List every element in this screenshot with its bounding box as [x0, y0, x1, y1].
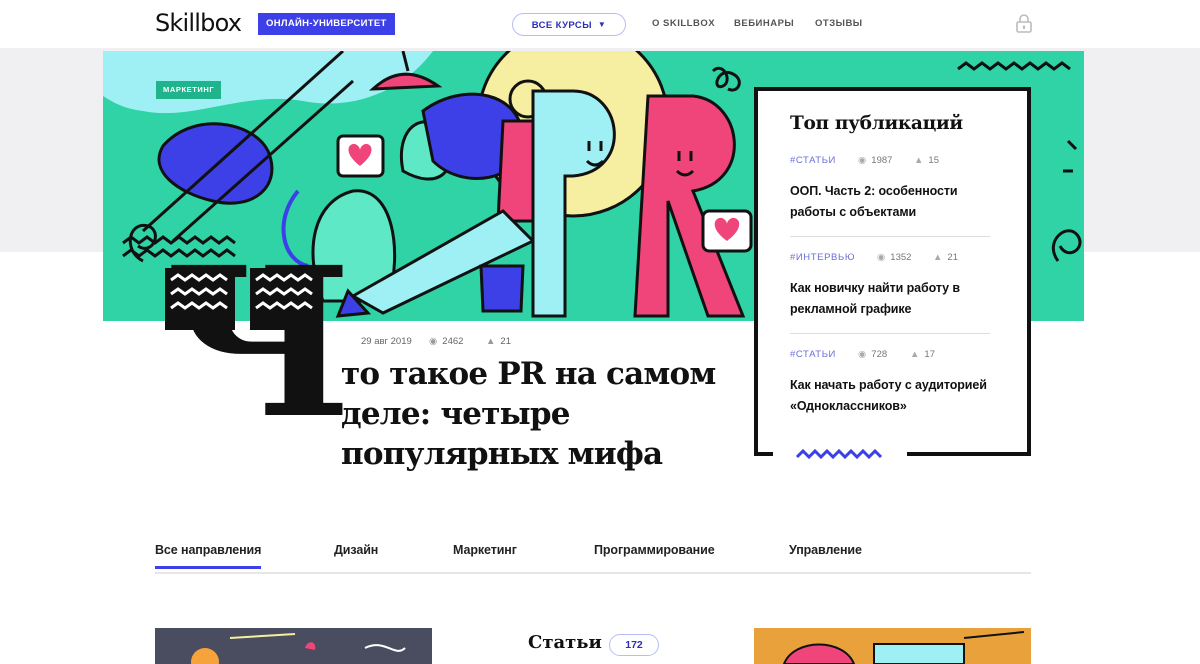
top-publications-panel: Топ публикаций #СТАТЬИ ◉ 1987 ▲ 15 ООП. Ча…: [754, 87, 1031, 456]
wave-decoration: [165, 268, 320, 330]
eye-icon: ◉: [429, 336, 438, 347]
tab-marketing[interactable]: Маркетинг: [453, 543, 517, 557]
top-publications-title: Топ публикаций: [790, 113, 963, 134]
chevron-down-icon: ▼: [597, 20, 607, 29]
lock-icon[interactable]: [1015, 13, 1033, 33]
site-header: Skillbox ОНЛАЙН-УНИВЕРСИТЕТ ВСЕ КУРСЫ ▼ О…: [0, 0, 1200, 48]
nav-reviews[interactable]: ОТЗЫВЫ: [815, 18, 863, 29]
article-date: 29 авг 2019: [361, 336, 412, 347]
publication-likes: 17: [924, 349, 935, 360]
publication-views: 728: [871, 349, 888, 360]
eye-icon: ◉: [858, 349, 867, 360]
tab-programming[interactable]: Программирование: [594, 543, 715, 557]
nav-about[interactable]: О SKILLBOX: [652, 18, 715, 29]
tab-design[interactable]: Дизайн: [334, 543, 378, 557]
publication-likes: 21: [947, 252, 958, 263]
publication-item[interactable]: #ИНТЕРВЬЮ ◉ 1352 ▲ 21 Как новичку найти ра…: [790, 252, 990, 320]
wave-decoration: [795, 448, 883, 460]
tab-management[interactable]: Управление: [789, 543, 862, 557]
article-likes-count: 21: [500, 336, 511, 347]
publication-views: 1987: [871, 155, 893, 166]
category-tabs: Все направления Дизайн Маркетинг Програм…: [155, 540, 1031, 574]
thumbs-up-icon: ▲: [933, 252, 943, 263]
article-card-image[interactable]: [754, 628, 1031, 664]
eye-icon: ◉: [877, 252, 886, 263]
publication-title[interactable]: Как новичку найти работу в рекламной гра…: [790, 278, 990, 320]
publication-title[interactable]: ООП. Часть 2: особенности работы с объек…: [790, 181, 990, 223]
publication-likes: 15: [928, 155, 939, 166]
publication-title[interactable]: Как начать работу с аудиторией «Одноклас…: [790, 375, 990, 417]
card-illustration: [754, 628, 1031, 664]
article-card-image[interactable]: [155, 628, 432, 664]
publication-category[interactable]: #СТАТЬИ: [790, 349, 836, 360]
card-illustration: [155, 628, 432, 664]
articles-section-title: Статьи: [528, 632, 602, 653]
publication-category[interactable]: #СТАТЬИ: [790, 155, 836, 166]
nav-webinars[interactable]: ВЕБИНАРЫ: [734, 18, 794, 29]
tab-all[interactable]: Все направления: [155, 543, 261, 569]
all-courses-label: ВСЕ КУРСЫ: [531, 20, 592, 31]
publication-category[interactable]: #ИНТЕРВЬЮ: [790, 252, 855, 263]
publication-item[interactable]: #СТАТЬИ ◉ 1987 ▲ 15 ООП. Часть 2: особенно…: [790, 155, 990, 223]
thumbs-up-icon: ▲: [914, 155, 924, 166]
panel-border: [907, 452, 1031, 456]
category-tag[interactable]: МАРКЕТИНГ: [156, 81, 222, 99]
all-courses-button[interactable]: ВСЕ КУРСЫ ▼: [512, 13, 626, 36]
divider: [790, 333, 990, 334]
publication-item[interactable]: #СТАТЬИ ◉ 728 ▲ 17 Как начать работу с ауд…: [790, 349, 990, 417]
university-badge[interactable]: ОНЛАЙН-УНИВЕРСИТЕТ: [258, 13, 395, 35]
thumbs-up-icon: ▲: [486, 336, 496, 347]
logo[interactable]: Skillbox: [155, 9, 242, 37]
eye-icon: ◉: [858, 155, 867, 166]
article-views-count: 2462: [442, 336, 464, 347]
divider: [790, 236, 990, 237]
article-views: ◉ 2462: [429, 336, 463, 347]
articles-count-badge: 172: [609, 634, 659, 656]
thumbs-up-icon: ▲: [910, 349, 920, 360]
article-title[interactable]: то такое PR на самом деле: четыре популя…: [341, 354, 741, 474]
article-likes: ▲ 21: [486, 336, 511, 347]
panel-border: [754, 452, 773, 456]
publication-views: 1352: [890, 252, 912, 263]
